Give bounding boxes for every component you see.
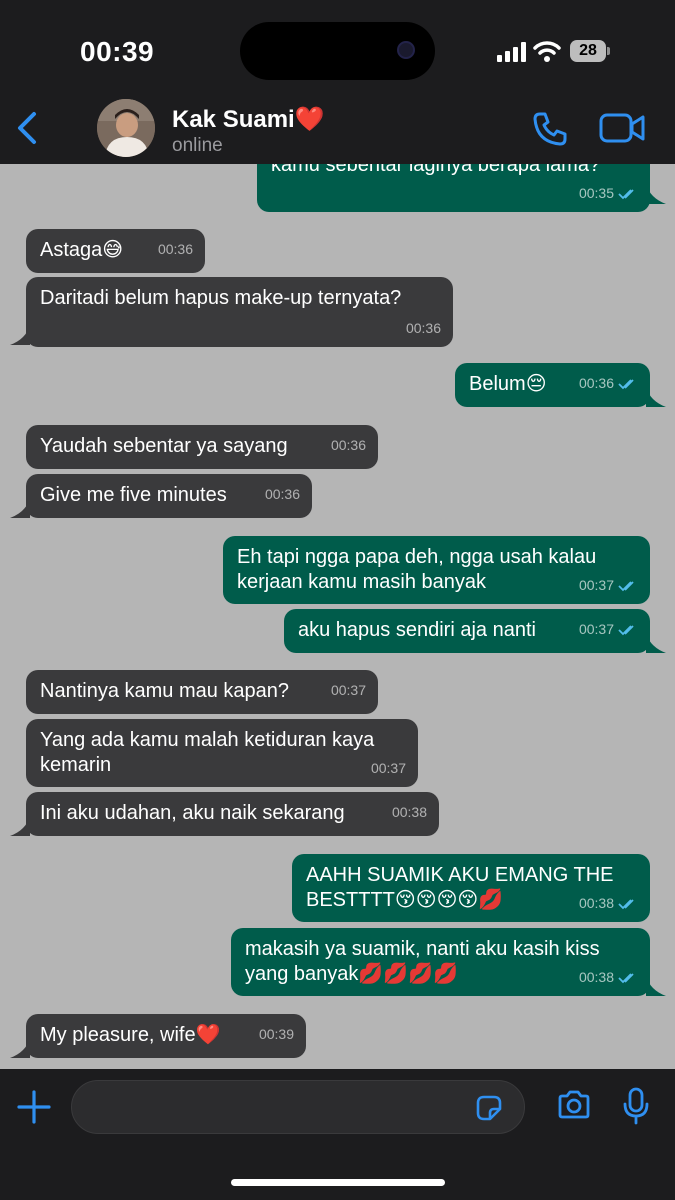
- contact-status: online: [172, 135, 223, 156]
- message-incoming[interactable]: Astaga😅 00:36: [26, 229, 205, 273]
- message-time: 00:37: [578, 621, 614, 637]
- message-incoming[interactable]: My pleasure, wife❤️ 00:39: [26, 1014, 306, 1058]
- double-check-icon: [618, 624, 634, 635]
- message-text: Yaudah sebentar ya sayang: [40, 435, 288, 457]
- message-text: Give me five minutes: [40, 484, 227, 506]
- contact-name[interactable]: Kak Suami❤️: [172, 105, 325, 134]
- sticker-icon[interactable]: [474, 1093, 504, 1123]
- bubble-tail: [10, 1038, 30, 1058]
- bubble-tail: [646, 633, 666, 653]
- home-indicator[interactable]: [231, 1179, 445, 1186]
- message-text: My pleasure, wife❤️: [40, 1024, 221, 1046]
- message-incoming[interactable]: Nantinya kamu mau kapan? 00:37: [26, 670, 378, 714]
- message-text: Ini aku udahan, aku naik sekarang: [40, 802, 345, 824]
- message-time: 00:36: [578, 375, 614, 391]
- back-button[interactable]: [10, 106, 44, 150]
- message-incoming[interactable]: Yang ada kamu malah ketiduran kaya kemar…: [26, 719, 418, 787]
- message-input[interactable]: [71, 1080, 525, 1134]
- message-incoming[interactable]: Daritadi belum hapus make-up ternyata? 0…: [26, 277, 453, 347]
- status-time: 00:39: [80, 36, 155, 67]
- chat-header: Kak Suami❤️ online: [0, 96, 675, 164]
- message-time: 00:38: [578, 969, 614, 985]
- message-outgoing[interactable]: AAHH SUAMIK AKU EMANG THE BESTTTT😚😚😚😚💋 0…: [292, 854, 650, 922]
- message-list[interactable]: kamu sebentar laginya berapa lama? 00:35…: [0, 164, 675, 1069]
- message-outgoing[interactable]: makasih ya suamik, nanti aku kasih kiss …: [231, 928, 650, 996]
- message-time: 00:36: [157, 241, 193, 257]
- message-incoming[interactable]: Yaudah sebentar ya sayang 00:36: [26, 425, 378, 469]
- battery-icon: 28: [570, 40, 606, 62]
- message-outgoing[interactable]: kamu sebentar laginya berapa lama? 00:35: [257, 164, 650, 212]
- message-time: 00:36: [264, 486, 300, 502]
- bubble-tail: [646, 387, 666, 407]
- message-time: 00:37: [578, 577, 614, 593]
- camera-icon[interactable]: [556, 1089, 592, 1121]
- video-camera-icon[interactable]: [599, 112, 645, 144]
- message-outgoing[interactable]: aku hapus sendiri aja nanti 00:37: [284, 609, 650, 653]
- message-text: kamu sebentar laginya berapa lama?: [271, 164, 601, 176]
- double-check-icon: [618, 898, 634, 909]
- message-incoming[interactable]: Ini aku udahan, aku naik sekarang 00:38: [26, 792, 439, 836]
- avatar[interactable]: [97, 99, 155, 157]
- bubble-tail: [10, 498, 30, 518]
- message-time: 00:35: [578, 185, 614, 201]
- status-bar: 00:39 28: [0, 0, 675, 96]
- double-check-icon: [618, 580, 634, 591]
- message-outgoing[interactable]: Eh tapi ngga papa deh, ngga usah kalau k…: [223, 536, 650, 604]
- front-camera-icon: [397, 41, 415, 59]
- bubble-tail: [646, 184, 666, 204]
- bubble-tail: [10, 325, 30, 345]
- message-text: Daritadi belum hapus make-up ternyata?: [40, 287, 402, 309]
- message-text: Yang ada kamu malah ketiduran kaya kemar…: [40, 729, 375, 776]
- wifi-icon: [533, 41, 561, 62]
- double-check-icon: [618, 188, 634, 199]
- message-time: 00:36: [405, 320, 441, 336]
- message-time: 00:37: [330, 682, 366, 698]
- double-check-icon: [618, 972, 634, 983]
- bubble-tail: [646, 976, 666, 996]
- battery-nub: [607, 47, 610, 55]
- message-incoming[interactable]: Give me five minutes 00:36: [26, 474, 312, 518]
- message-text: Nantinya kamu mau kapan?: [40, 680, 290, 702]
- plus-icon[interactable]: [16, 1089, 52, 1125]
- message-time: 00:38: [391, 804, 427, 820]
- message-text: Eh tapi ngga papa deh, ngga usah kalau k…: [237, 546, 597, 593]
- bubble-tail: [10, 816, 30, 836]
- message-time: 00:36: [330, 437, 366, 453]
- message-outgoing[interactable]: Belum😔 00:36: [455, 363, 650, 407]
- double-check-icon: [618, 378, 634, 389]
- message-time: 00:37: [370, 760, 406, 776]
- microphone-icon[interactable]: [622, 1087, 650, 1125]
- phone-icon[interactable]: [531, 110, 569, 148]
- cellular-signal-icon: [497, 42, 526, 62]
- message-time: 00:38: [578, 895, 614, 911]
- message-time: 00:39: [258, 1026, 294, 1042]
